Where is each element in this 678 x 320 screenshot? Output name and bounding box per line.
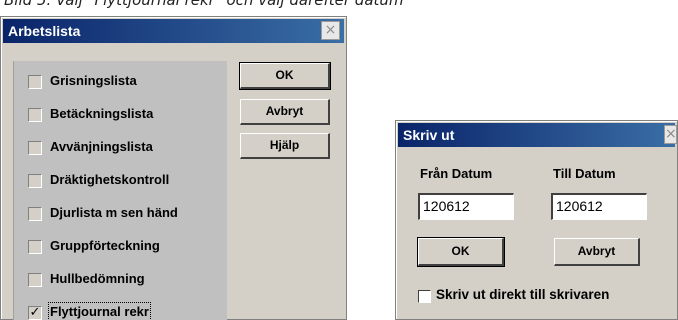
arbetslista-dialog: Arbetslista × Grisningslista Betäcknings… [0, 16, 347, 320]
list-item-grisningslista[interactable]: Grisningslista [24, 72, 224, 94]
list-item-djurlista[interactable]: Djurlista m sen händ [24, 204, 224, 226]
list-item-flyttjournal-rekr[interactable]: ✓ Flyttjournal rekr [24, 302, 224, 320]
list-item-betackningslista[interactable]: Betäckningslista [24, 105, 224, 127]
checkbox-djurlista[interactable] [28, 207, 42, 221]
checkbox-avvanjningslista[interactable] [28, 141, 42, 155]
close-icon[interactable]: × [321, 21, 340, 40]
skriv-ut-titlebar[interactable]: Skriv ut [398, 123, 675, 147]
checkbox-flyttjournal-rekr[interactable]: ✓ [28, 306, 42, 320]
list-item-hullbedomning[interactable]: Hullbedömning [24, 270, 224, 292]
ok-button[interactable]: OK [417, 237, 505, 267]
list-item-draktighetskontroll[interactable]: Dräktighetskontroll [24, 171, 224, 193]
checkbox-gruppforteckning[interactable] [28, 240, 42, 254]
checkbox-betackningslista[interactable] [28, 108, 42, 122]
document-caption: Bild 5. Välj "Flyttjournal rekr" och väl… [4, 0, 404, 9]
ok-button[interactable]: OK [239, 62, 331, 90]
direct-print-label: Skriv ut direkt till skrivaren [436, 287, 610, 302]
cancel-button[interactable]: Avbryt [240, 99, 330, 125]
arbetslista-title: Arbetslista [8, 23, 81, 39]
list-item-avvanjningslista[interactable]: Avvänjningslista [24, 138, 224, 160]
cancel-button[interactable]: Avbryt [554, 238, 640, 266]
skriv-ut-dialog: Skriv ut × Från Datum Till Datum 120612 … [395, 120, 678, 320]
checkbox-draktighetskontroll[interactable] [28, 174, 42, 188]
from-date-label: Från Datum [420, 166, 493, 181]
arbetslista-titlebar[interactable]: Arbetslista [3, 19, 344, 43]
to-date-label: Till Datum [553, 166, 616, 181]
report-list-panel: Grisningslista Betäckningslista Avvänjni… [13, 61, 227, 320]
list-item-gruppforteckning[interactable]: Gruppförteckning [24, 237, 224, 259]
checkbox-grisningslista[interactable] [28, 75, 42, 89]
close-icon[interactable]: × [664, 125, 677, 144]
checkbox-hullbedomning[interactable] [28, 273, 42, 287]
to-date-field[interactable]: 120612 [551, 193, 647, 220]
skriv-ut-title: Skriv ut [403, 127, 455, 143]
direct-print-checkbox[interactable] [418, 290, 431, 303]
from-date-field[interactable]: 120612 [418, 193, 514, 220]
help-button[interactable]: Hjälp [240, 133, 330, 159]
